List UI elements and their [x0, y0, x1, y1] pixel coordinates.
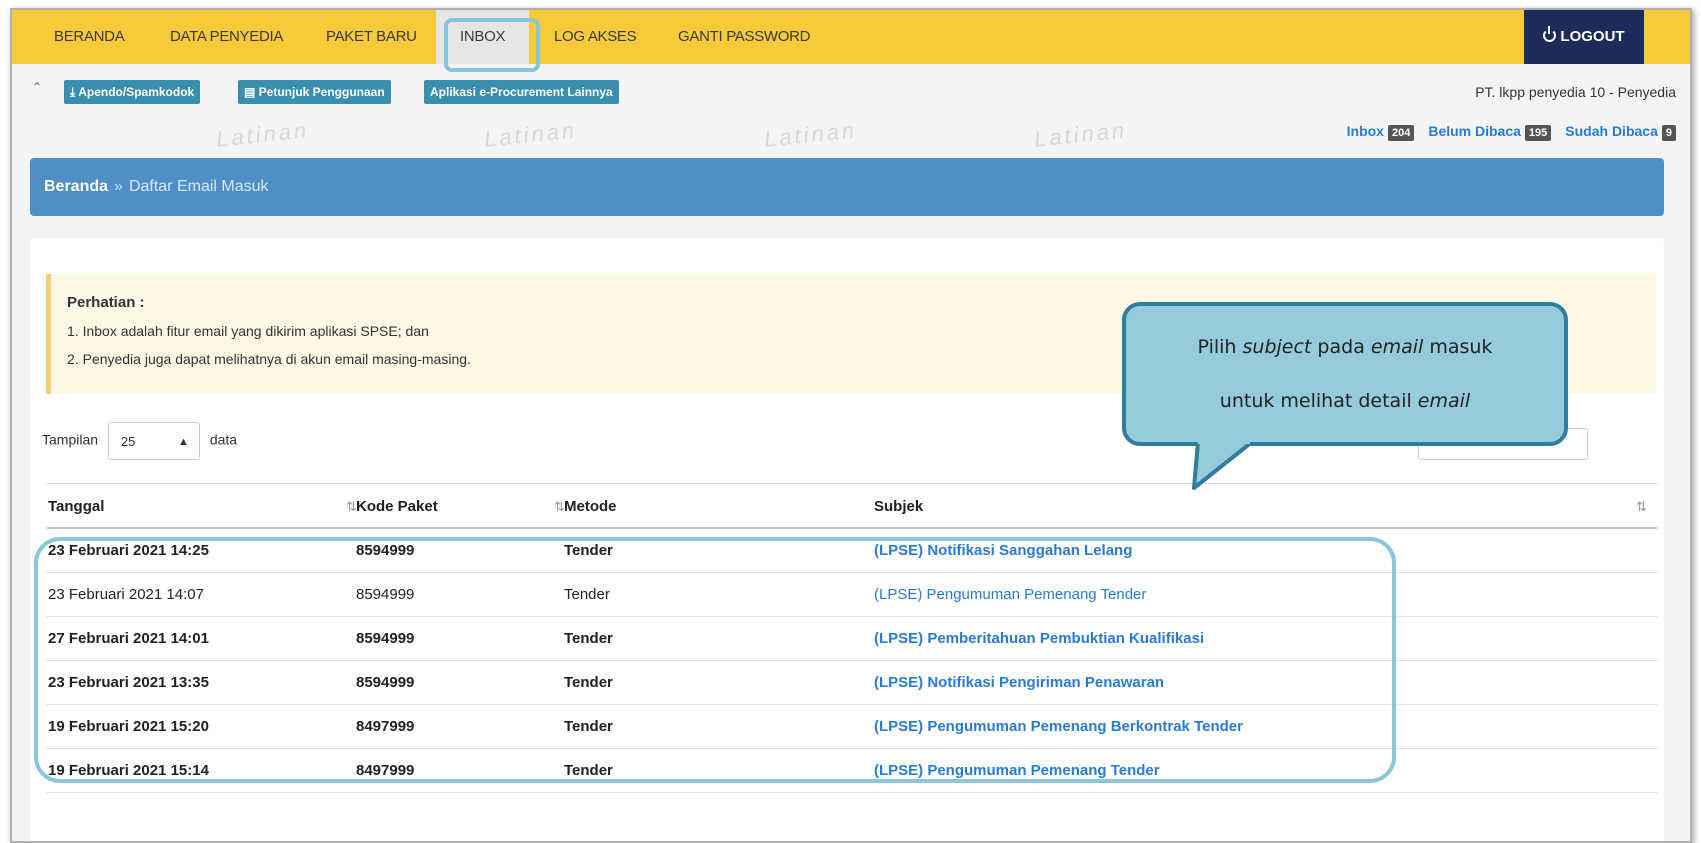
- read-link[interactable]: Sudah Dibaca: [1565, 123, 1658, 139]
- top-navigation: BERANDA DATA PENYEDIA PAKET BARU INBOX L…: [12, 10, 1690, 64]
- page-length-select[interactable]: 25 ▲: [107, 422, 200, 460]
- length-prefix: Tampilan: [42, 431, 99, 448]
- sort-icon[interactable]: ⇅: [1636, 484, 1647, 530]
- company-name: PT. lkpp penyedia 10 - Penyedia: [1475, 84, 1676, 100]
- power-icon: [1543, 26, 1557, 42]
- page-length-control: Tampilan 25 ▲ data: [42, 422, 237, 460]
- apendo-button[interactable]: ⤓ Apendo/Spamkodok: [64, 80, 201, 104]
- read-count-badge: 9: [1661, 125, 1676, 141]
- table-header: Tanggal ⇅ Kode Paket ⇅ Metode Subjek ⇅: [46, 483, 1658, 529]
- callout-text: Pilih subject pada email masuk untuk mel…: [1126, 306, 1564, 428]
- chevron-up-icon[interactable]: ⌃: [32, 80, 42, 94]
- length-suffix: data: [209, 431, 238, 448]
- breadcrumb-home[interactable]: Beranda: [44, 178, 108, 195]
- logout-button[interactable]: LOGOUT: [1524, 10, 1644, 64]
- logout-label: LOGOUT: [1560, 28, 1625, 45]
- browser-frame: BERANDA DATA PENYEDIA PAKET BARU INBOX L…: [10, 8, 1692, 843]
- unread-link[interactable]: Belum Dibaca: [1428, 123, 1521, 139]
- callout-text-part: Pilih: [1197, 336, 1243, 358]
- petunjuk-button[interactable]: ▤ Petunjuk Penggunaan: [238, 80, 391, 104]
- column-subjek[interactable]: Subjek: [874, 484, 923, 530]
- instruction-callout: Pilih subject pada email masuk untuk mel…: [1122, 302, 1568, 446]
- inbox-highlight: [444, 18, 540, 72]
- watermark: Latinan: [214, 117, 311, 152]
- inbox-link[interactable]: Inbox: [1347, 123, 1384, 139]
- breadcrumb-current: Daftar Email Masuk: [128, 178, 269, 195]
- unread-count-badge: 195: [1524, 125, 1552, 141]
- breadcrumb-separator: »: [114, 178, 123, 195]
- nav-ganti-password[interactable]: GANTI PASSWORD: [678, 10, 811, 64]
- nav-beranda[interactable]: BERANDA: [54, 10, 125, 64]
- callout-text-part: pada: [1311, 336, 1371, 358]
- callout-text-part: subject: [1242, 336, 1312, 358]
- callout-text-part: email: [1370, 336, 1424, 358]
- inbox-counters: Inbox 204 Belum Dibaca 195 Sudah Dibaca 9: [1347, 123, 1676, 141]
- column-tanggal[interactable]: Tanggal: [48, 484, 104, 530]
- rows-highlight: [34, 537, 1396, 783]
- watermark: Latinan: [762, 117, 859, 152]
- callout-text-part: masuk: [1423, 336, 1493, 358]
- watermark: Latinan: [482, 117, 579, 152]
- nav-data-penyedia[interactable]: DATA PENYEDIA: [170, 10, 283, 64]
- callout-text-part: untuk melihat detail: [1219, 390, 1418, 412]
- page-length-value: 25: [120, 434, 136, 449]
- inbox-count-badge: 204: [1387, 125, 1415, 141]
- updown-icon: ▲: [178, 436, 189, 448]
- column-kode-paket[interactable]: Kode Paket: [356, 484, 438, 530]
- nav-paket-baru[interactable]: PAKET BARU: [326, 10, 417, 64]
- aplikasi-eproc-button[interactable]: Aplikasi e-Procurement Lainnya: [424, 80, 619, 104]
- breadcrumb: Beranda » Daftar Email Masuk: [30, 158, 1664, 216]
- nav-log-akses[interactable]: LOG AKSES: [554, 10, 637, 64]
- callout-text-part: email: [1417, 390, 1471, 412]
- watermark: Latinan: [1032, 117, 1129, 152]
- column-metode[interactable]: Metode: [564, 484, 617, 530]
- callout-tail: [1192, 442, 1254, 490]
